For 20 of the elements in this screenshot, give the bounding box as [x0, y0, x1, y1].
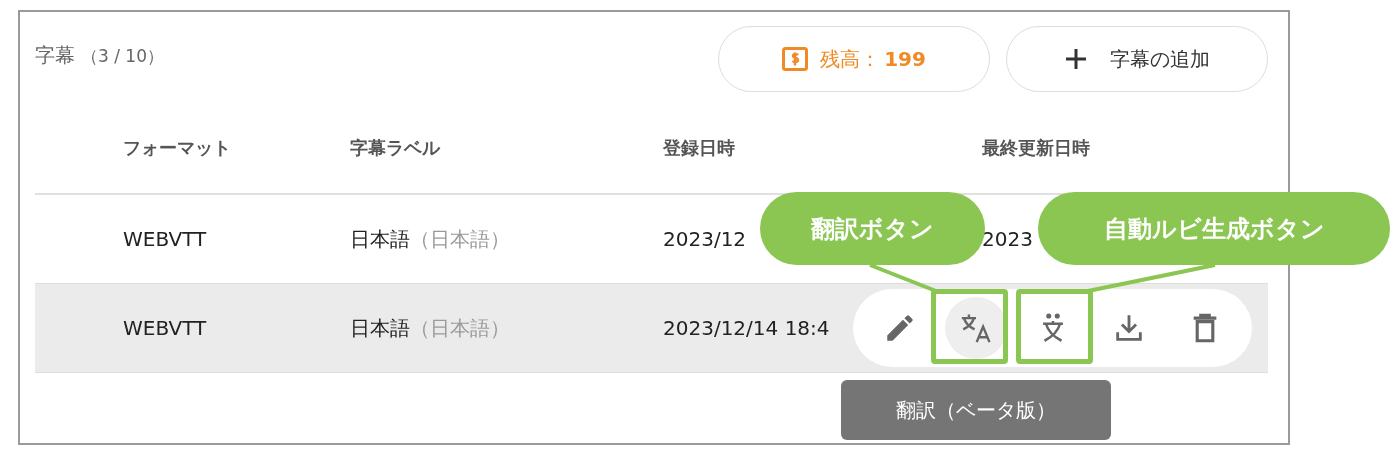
table-cell: 日本語（日本語） [350, 226, 510, 251]
table-cell: 2023/12/14 18:4 [663, 316, 830, 340]
plus-icon [1064, 47, 1088, 71]
column-header: フォーマット [123, 135, 232, 160]
dollar-icon [782, 47, 809, 71]
column-header: 最終更新日時 [982, 135, 1091, 160]
table-cell: 日本語（日本語） [350, 315, 510, 340]
table-row[interactable]: WEBVTT 日本語（日本語） 2023/12/14 18:4 [35, 284, 1268, 373]
table-cell: WEBVTT [123, 227, 207, 251]
table-cell: 2023/12 [663, 227, 747, 251]
column-header: 字幕ラベル [350, 135, 442, 160]
table-cell: 2023 [982, 227, 1033, 251]
panel-title: 字幕 [35, 42, 75, 69]
add-subtitle-button[interactable]: 字幕の追加 [1006, 26, 1268, 92]
subtitle-count: （3 / 10） [81, 45, 164, 68]
callout-label: 自動ルビ生成ボタン [1038, 192, 1390, 265]
leader-line [869, 263, 937, 293]
column-header: 登録日時 [663, 135, 736, 160]
tooltip: 翻訳（ベータ版） [841, 380, 1111, 440]
table-cell: WEBVTT [123, 316, 207, 340]
